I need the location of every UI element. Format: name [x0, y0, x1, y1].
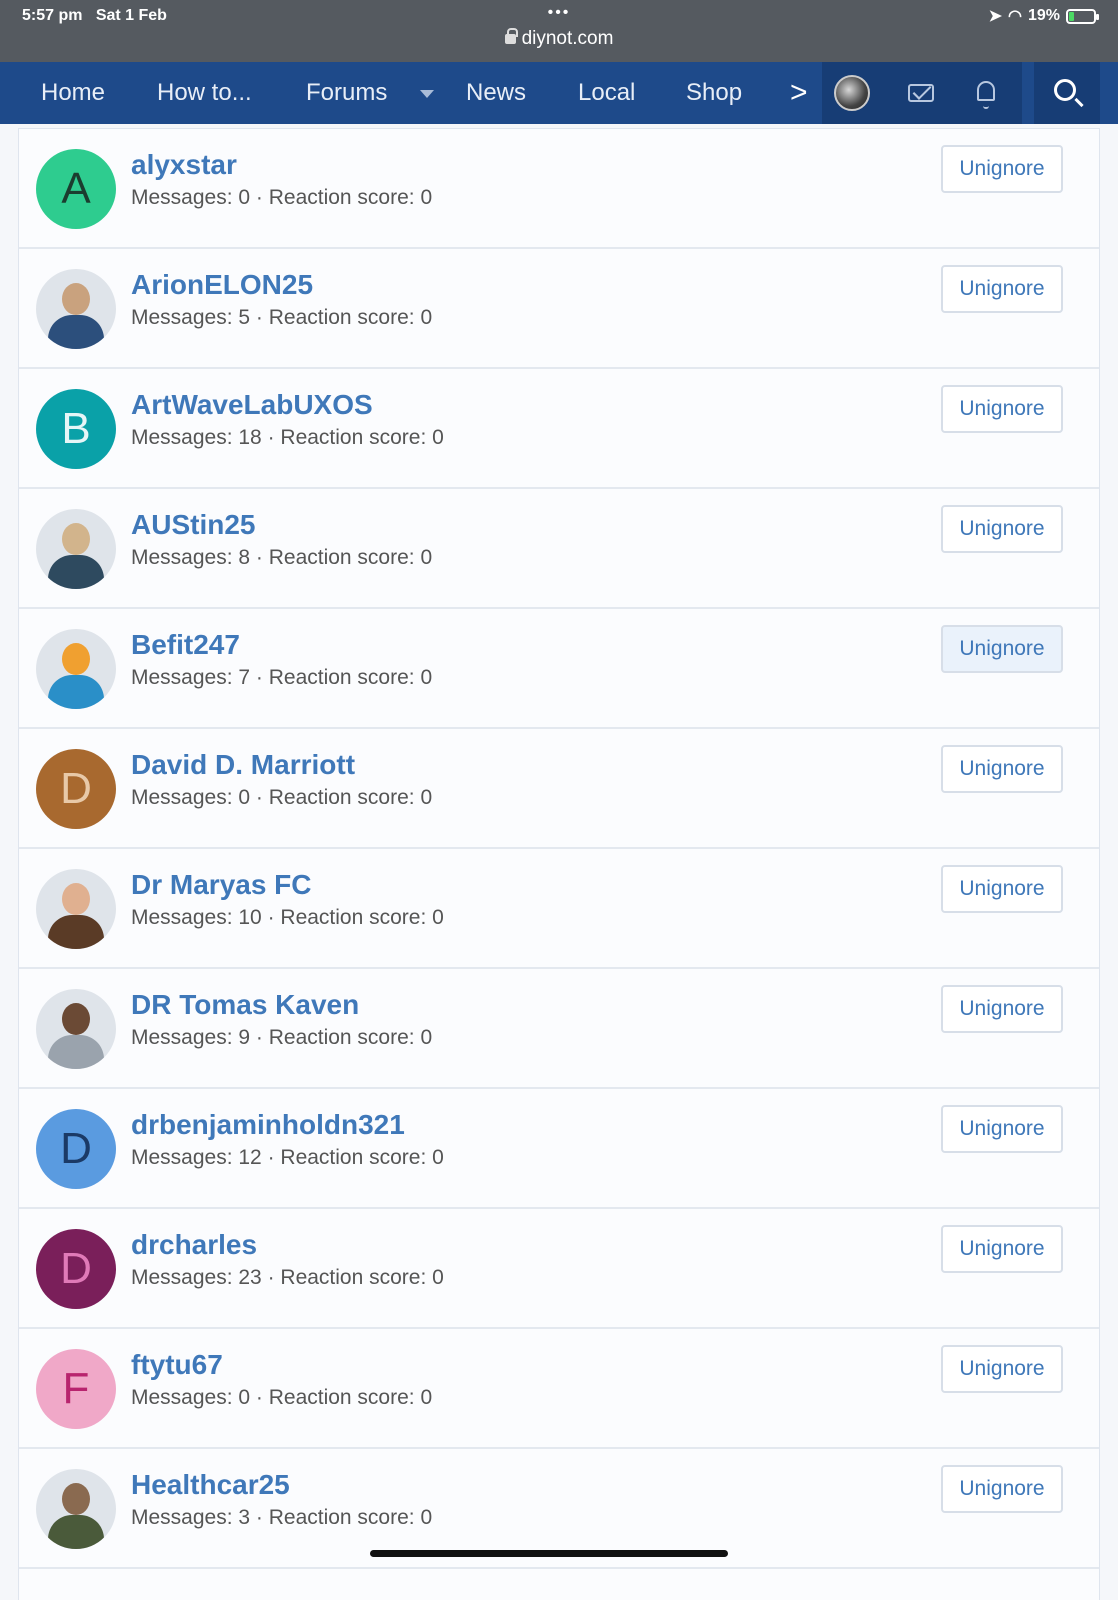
- search-icon: [1054, 79, 1076, 101]
- list-item: D David D. Marriott Messages: 0 · Reaction…: [19, 729, 1099, 849]
- unignore-button[interactable]: Unignore: [941, 145, 1063, 193]
- avatar-body: [48, 555, 104, 589]
- list-item: Aalyxstar Messages: 0 · Reaction score: 0…: [19, 129, 1099, 249]
- bell-icon[interactable]: [977, 81, 995, 109]
- battery-fill: [1069, 11, 1074, 21]
- nav-forums[interactable]: Forums: [306, 62, 387, 124]
- list-item: Dr Maryas FC Messages: 10 · Reaction scor…: [19, 849, 1099, 969]
- user-stats: Messages: 0 · Reaction score: 0: [131, 786, 433, 809]
- list-item: B ArtWaveLabUXOS Messages: 18 · Reaction s…: [19, 369, 1099, 489]
- username-link[interactable]: Befit247: [131, 629, 240, 661]
- avatar[interactable]: [36, 989, 116, 1069]
- list-item: AUStin25 Messages: 8 · Reaction score: 0 U…: [19, 489, 1099, 609]
- avatar[interactable]: [36, 269, 116, 349]
- avatar-head: [62, 883, 90, 915]
- avatar-head: [62, 283, 90, 315]
- avatar-head: [62, 1483, 90, 1515]
- avatar-body: [48, 1035, 104, 1069]
- list-item: Fftytu67 Messages: 0 · Reaction score: 0 U…: [19, 1329, 1099, 1449]
- unignore-button[interactable]: Unignore: [941, 1225, 1063, 1273]
- user-stats: Messages: 10 · Reaction score: 0: [131, 906, 444, 929]
- unignore-button[interactable]: Unignore: [941, 985, 1063, 1033]
- user-stats: Messages: 3 · Reaction score: 0: [131, 1506, 433, 1529]
- nav-news[interactable]: News: [466, 62, 526, 124]
- nav-scroll-right-icon[interactable]: >: [790, 76, 808, 110]
- avatar[interactable]: A: [36, 149, 116, 229]
- url-text: diynot.com: [521, 28, 614, 49]
- status-right: ➤ ◠ 19%: [988, 6, 1099, 26]
- unignore-button[interactable]: Unignore: [941, 1105, 1063, 1153]
- user-stats: Messages: 5 · Reaction score: 0: [131, 306, 433, 329]
- forums-dropdown-icon[interactable]: [420, 90, 434, 98]
- main-nav: Home How to... Forums News Local Shop >: [0, 62, 1118, 124]
- user-stats: Messages: 7 · Reaction score: 0: [131, 666, 433, 689]
- user-stats: Messages: 8 · Reaction score: 0: [131, 546, 433, 569]
- avatar[interactable]: [36, 869, 116, 949]
- avatar[interactable]: [36, 509, 116, 589]
- user-stats: Messages: 0 · Reaction score: 0: [131, 186, 433, 209]
- username-link[interactable]: alyxstar: [131, 149, 237, 181]
- user-stats: Messages: 0 · Reaction score: 0: [131, 1386, 433, 1409]
- mail-icon[interactable]: [908, 84, 934, 102]
- list-item: Befit247 Messages: 7 · Reaction score: 0 U…: [19, 609, 1099, 729]
- unignore-button[interactable]: Unignore: [941, 745, 1063, 793]
- username-link[interactable]: ftytu67: [131, 1349, 223, 1381]
- avatar[interactable]: B: [36, 389, 116, 469]
- account-avatar[interactable]: [834, 75, 870, 111]
- avatar-head: [62, 643, 90, 675]
- username-link[interactable]: ArionELON25: [131, 269, 313, 301]
- avatar-body: [48, 675, 104, 709]
- nav-home[interactable]: Home: [41, 62, 105, 124]
- unignore-button[interactable]: Unignore: [941, 385, 1063, 433]
- battery-icon: [1066, 8, 1099, 24]
- status-bar: 5:57 pm Sat 1 Feb ••• diynot.com ➤ ◠ 19%: [0, 0, 1118, 62]
- unignore-button[interactable]: Unignore: [941, 1345, 1063, 1393]
- username-link[interactable]: Dr Maryas FC: [131, 869, 312, 901]
- avatar-head: [62, 1003, 90, 1035]
- username-link[interactable]: drbenjaminholdn321: [131, 1109, 405, 1141]
- username-link[interactable]: ArtWaveLabUXOS: [131, 389, 373, 421]
- list-item: DR Tomas Kaven Messages: 9 · Reaction sco…: [19, 969, 1099, 1089]
- wifi-icon: ◠: [1008, 8, 1022, 25]
- avatar[interactable]: F: [36, 1349, 116, 1429]
- avatar-body: [48, 1515, 104, 1549]
- unignore-button[interactable]: Unignore: [941, 265, 1063, 313]
- username-link[interactable]: AUStin25: [131, 509, 255, 541]
- user-stats: Messages: 9 · Reaction score: 0: [131, 1026, 433, 1049]
- list-item: Ddrcharles Messages: 23 · Reaction score:…: [19, 1209, 1099, 1329]
- avatar[interactable]: D: [36, 1109, 116, 1189]
- list-item: ArionELON25 Messages: 5 · Reaction score:…: [19, 249, 1099, 369]
- avatar-body: [48, 915, 104, 949]
- battery-percent: 19%: [1027, 7, 1060, 24]
- unignore-button[interactable]: Unignore: [941, 865, 1063, 913]
- user-stats: Messages: 18 · Reaction score: 0: [131, 426, 444, 449]
- location-icon: ➤: [988, 8, 1002, 25]
- user-stats: Messages: 23 · Reaction score: 0: [131, 1266, 444, 1289]
- avatar-body: [48, 315, 104, 349]
- username-link[interactable]: Healthcar25: [131, 1469, 290, 1501]
- list-item: Ddrbenjaminholdn321 Messages: 12 · Reacti…: [19, 1089, 1099, 1209]
- home-indicator: [370, 1550, 728, 1557]
- search-button[interactable]: [1034, 62, 1100, 124]
- username-link[interactable]: David D. Marriott: [131, 749, 355, 781]
- avatar[interactable]: D: [36, 749, 116, 829]
- nav-local[interactable]: Local: [578, 62, 635, 124]
- user-stats: Messages: 12 · Reaction score: 0: [131, 1146, 444, 1169]
- avatar[interactable]: [36, 1469, 116, 1549]
- unignore-button[interactable]: Unignore: [941, 1465, 1063, 1513]
- avatar[interactable]: D: [36, 1229, 116, 1309]
- avatar-head: [62, 523, 90, 555]
- more-dots-icon[interactable]: •••: [0, 4, 1118, 22]
- address-bar[interactable]: diynot.com: [0, 28, 1118, 50]
- nav-shop[interactable]: Shop: [686, 62, 742, 124]
- user-tools: [822, 62, 1022, 124]
- ignored-users-list: Aalyxstar Messages: 0 · Reaction score: 0…: [18, 128, 1100, 1600]
- unignore-button[interactable]: Unignore: [941, 505, 1063, 553]
- nav-howto[interactable]: How to...: [157, 62, 252, 124]
- avatar[interactable]: [36, 629, 116, 709]
- username-link[interactable]: DR Tomas Kaven: [131, 989, 359, 1021]
- lock-icon: [504, 28, 518, 44]
- username-link[interactable]: drcharles: [131, 1229, 257, 1261]
- unignore-button[interactable]: Unignore: [941, 625, 1063, 673]
